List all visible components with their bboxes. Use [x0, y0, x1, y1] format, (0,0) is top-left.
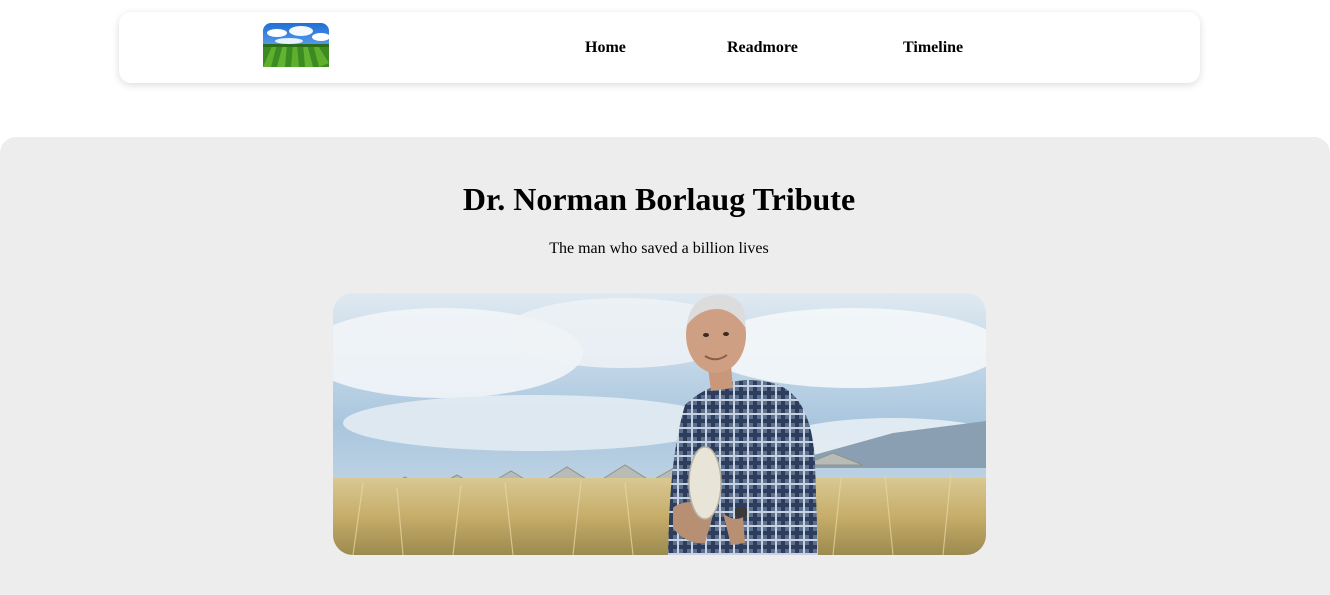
portrait-in-wheat-field-photo-icon — [333, 293, 986, 555]
farm-field-logo-icon[interactable] — [263, 23, 329, 67]
nav-link-readmore[interactable]: Readmore — [727, 38, 798, 58]
page-subtitle: The man who saved a billion lives — [549, 240, 769, 257]
top-navbar: Home Readmore Timeline — [119, 12, 1200, 83]
nav-link-home[interactable]: Home — [585, 38, 626, 58]
page-title: Dr. Norman Borlaug Tribute — [462, 181, 856, 217]
nav-link-timeline[interactable]: Timeline — [903, 38, 963, 58]
hero-section: Dr. Norman Borlaug Tribute The man who s… — [0, 137, 1330, 595]
